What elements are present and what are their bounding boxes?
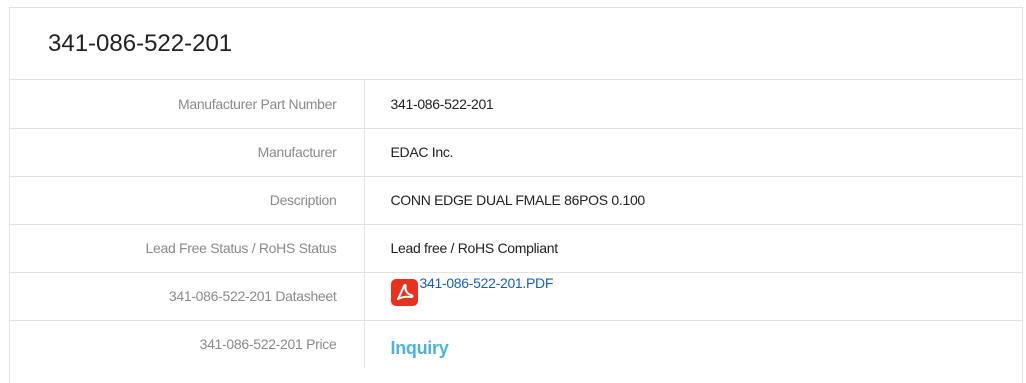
table-row: Manufacturer EDAC Inc. [10,128,1022,177]
row-value-rohs-status: Lead free / RoHS Compliant [364,224,1022,273]
row-value-part-number: 341-086-522-201 [364,80,1022,129]
datasheet-link[interactable]: 341-086-522-201.PDF [390,275,554,306]
row-label-rohs-status: Lead Free Status / RoHS Status [10,224,365,273]
row-label-datasheet: 341-086-522-201 Datasheet [10,272,365,321]
table-row: 341-086-522-201 Price Inquiry [10,320,1022,368]
table-row: Description CONN EDGE DUAL FMALE 86POS 0… [10,176,1022,225]
inquiry-link[interactable]: Inquiry [391,338,449,358]
row-value-description: CONN EDGE DUAL FMALE 86POS 0.100 [364,176,1022,225]
datasheet-filename: 341-086-522-201.PDF [419,275,554,291]
table-row: 341-086-522-201 Datasheet 341-086-522-20… [10,272,1022,321]
product-spec-card: 341-086-522-201 Manufacturer Part Number… [9,7,1023,383]
page-title: 341-086-522-201 [10,8,1022,80]
table-row: Lead Free Status / RoHS Status Lead free… [10,224,1022,273]
row-label-part-number: Manufacturer Part Number [10,80,365,129]
spec-table: Manufacturer Part Number 341-086-522-201… [10,80,1022,368]
row-value-datasheet: 341-086-522-201.PDF [364,272,1022,321]
row-value-price: Inquiry [364,320,1022,368]
row-label-manufacturer: Manufacturer [10,128,365,177]
row-label-description: Description [10,176,365,225]
row-label-price: 341-086-522-201 Price [10,320,365,368]
table-row: Manufacturer Part Number 341-086-522-201 [10,80,1022,129]
pdf-icon [390,279,418,306]
row-value-manufacturer: EDAC Inc. [364,128,1022,177]
